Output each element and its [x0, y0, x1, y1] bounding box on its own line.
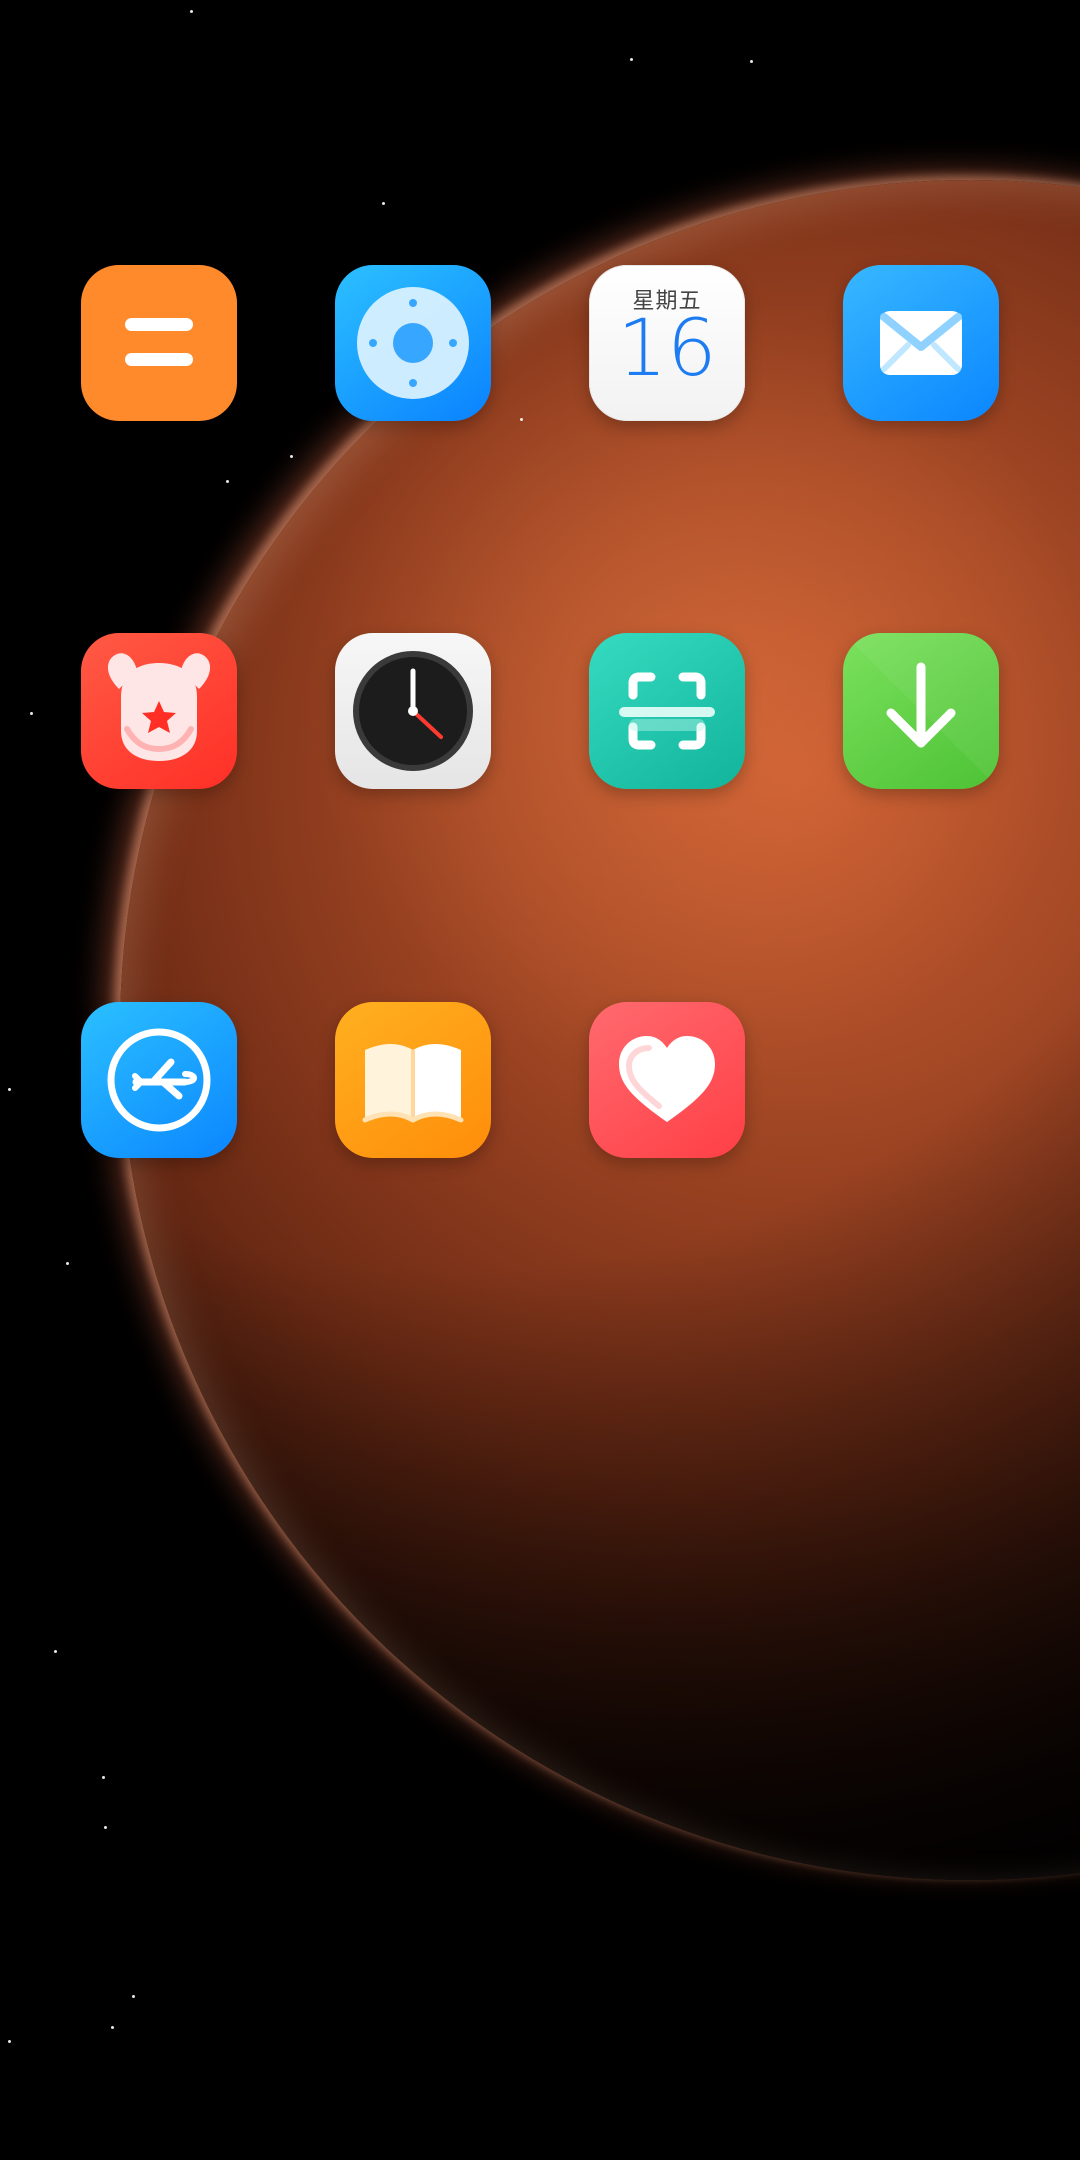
remote-control-icon: [357, 287, 469, 399]
calculator-icon: [125, 318, 193, 366]
download-icon: [843, 633, 999, 789]
health-app[interactable]: [589, 1002, 745, 1158]
travel-flight-icon: [107, 1028, 211, 1132]
calculator-app[interactable]: [81, 265, 237, 421]
calendar-icon: [589, 265, 745, 421]
scanner-app[interactable]: [589, 633, 745, 789]
mi-community-app[interactable]: [81, 633, 237, 789]
mail-icon: [880, 311, 962, 375]
calendar-app[interactable]: 星期五 16: [589, 265, 745, 421]
mail-app[interactable]: [843, 265, 999, 421]
scanner-icon: [619, 672, 715, 750]
download-app[interactable]: [843, 633, 999, 789]
mi-community-icon: [107, 653, 211, 761]
remote-control-app[interactable]: [335, 265, 491, 421]
health-heart-icon: [619, 1036, 715, 1122]
clock-icon: [353, 651, 473, 771]
reader-book-icon: [362, 1044, 464, 1123]
clock-app[interactable]: [335, 633, 491, 789]
travel-app[interactable]: [81, 1002, 237, 1158]
reader-app[interactable]: [335, 1002, 491, 1158]
app-grid: 星期五 16: [0, 0, 1080, 2160]
